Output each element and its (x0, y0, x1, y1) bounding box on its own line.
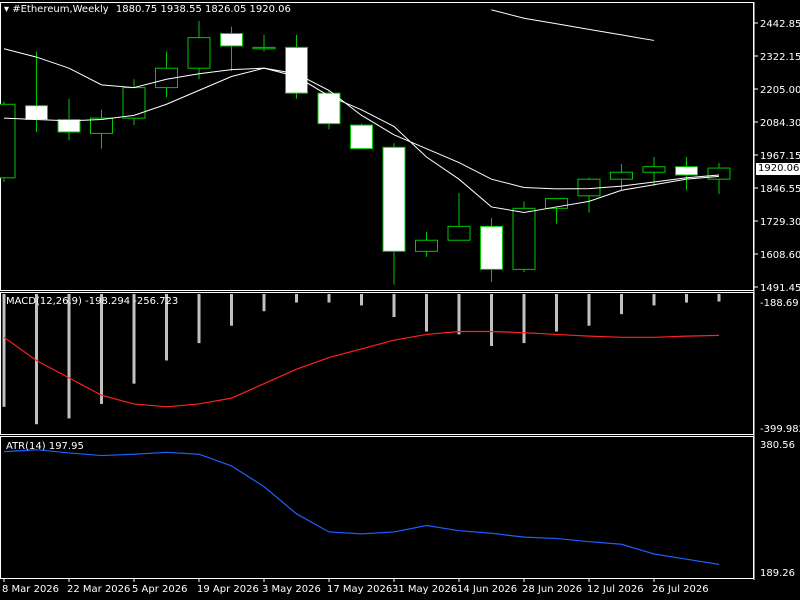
bull-candle (512, 207, 536, 270)
bull-candle (447, 225, 471, 241)
date-tick-label: 8 Mar 2026 (2, 584, 59, 595)
price-tick-label: 1846.55 (760, 184, 800, 195)
date-tick-label: 17 May 2026 (327, 584, 392, 595)
macd-histogram-bar (67, 294, 71, 419)
symbol-name: #Ethereum,Weekly (12, 4, 109, 15)
macd-histogram-bar (295, 294, 298, 303)
macd-axis-bottom: -399.982 (760, 424, 800, 435)
date-tick-label: 31 May 2026 (392, 584, 457, 595)
symbol-header: ▾ #Ethereum,Weekly 1880.75 1938.55 1826.… (4, 4, 291, 15)
date-tick-label: 22 Mar 2026 (67, 584, 130, 595)
bear-candle (25, 105, 48, 121)
macd-histogram-bar (587, 294, 591, 326)
atr-panel[interactable] (0, 436, 754, 579)
atr-line (3, 449, 720, 565)
axis-labels-layer: 2442.85 2322.15 2205.00 2084.30 1967.15 1846.… (2, 19, 800, 595)
macd-histogram-bar (425, 294, 428, 332)
bear-candle (350, 124, 373, 150)
macd-histogram-bar (2, 294, 6, 407)
macd-layer (2, 294, 721, 425)
ohlc-values: 1880.75 1938.55 1826.05 1920.06 (115, 4, 291, 15)
bull-candle (122, 87, 146, 119)
bull-candle (610, 171, 633, 180)
dropdown-arrow-icon[interactable]: ▾ (4, 4, 9, 15)
candles-layer (0, 21, 731, 285)
macd-histogram-bar (327, 294, 331, 303)
macd-histogram-bar (457, 294, 461, 335)
bull-candle (415, 239, 438, 252)
bull-candle (0, 103, 16, 179)
date-tick-label: 26 Jul 2026 (652, 584, 709, 595)
date-tick-label: 14 Jun 2026 (457, 584, 517, 595)
macd-histogram-bar (360, 294, 363, 306)
macd-histogram-bar (490, 294, 493, 347)
bull-candle (252, 46, 276, 50)
bull-candle (187, 37, 211, 69)
bull-candle (577, 178, 601, 197)
price-tick-label: 1729.30 (760, 217, 800, 228)
price-tick-label: 1608.60 (760, 250, 800, 261)
macd-axis-top: -188.69 (760, 298, 799, 309)
macd-histogram-bar (522, 294, 526, 344)
macd-histogram-bar (652, 294, 656, 306)
macd-signal-line (3, 330, 720, 408)
date-tick-label: 3 May 2026 (262, 584, 321, 595)
price-tick-label: 1491.45 (760, 283, 800, 294)
macd-histogram-bar (197, 294, 201, 344)
price-tick-label: 2442.85 (760, 19, 800, 30)
date-tick-label: 12 Jul 2026 (587, 584, 644, 595)
current-price-box: 1920.06 (756, 163, 800, 175)
atr-axis-top: 380.56 (760, 440, 795, 451)
bear-candle (382, 146, 406, 252)
macd-panel[interactable] (0, 292, 754, 435)
macd-histogram-bar (100, 294, 103, 404)
bull-candle (90, 117, 113, 134)
moving-averages-layer (3, 9, 720, 213)
bear-candle (285, 46, 308, 94)
price-panel[interactable] (0, 2, 754, 291)
price-tick-label: 1967.15 (760, 151, 800, 162)
bull-candle (642, 166, 666, 173)
atr-layer (3, 449, 720, 565)
bear-candle (675, 166, 698, 176)
price-tick-label: 2084.30 (760, 118, 800, 129)
date-tick-label: 19 Apr 2026 (197, 584, 259, 595)
bear-candle (480, 225, 503, 270)
macd-histogram-bar (132, 294, 136, 384)
macd-histogram-bar (262, 294, 266, 312)
macd-histogram-bar (230, 294, 233, 326)
date-tick-label: 5 Apr 2026 (132, 584, 187, 595)
macd-histogram-bar (555, 294, 558, 332)
macd-histogram-bar (685, 294, 688, 303)
price-tick-label: 2205.00 (760, 85, 800, 96)
atr-label: ATR(14) 197.95 (6, 441, 84, 452)
macd-histogram-bar (392, 294, 396, 318)
macd-histogram-bar (620, 294, 623, 315)
date-tick-label: 28 Jun 2026 (522, 584, 582, 595)
price-tick-label: 2322.15 (760, 52, 800, 63)
macd-histogram-bar (717, 294, 721, 302)
ma-long-line (491, 9, 655, 41)
atr-axis-bottom: 189.26 (760, 568, 795, 579)
bear-candle (317, 92, 341, 125)
macd-label: MACD(12,26,9) -198.294 -256.723 (6, 296, 179, 307)
bear-candle (220, 33, 243, 47)
